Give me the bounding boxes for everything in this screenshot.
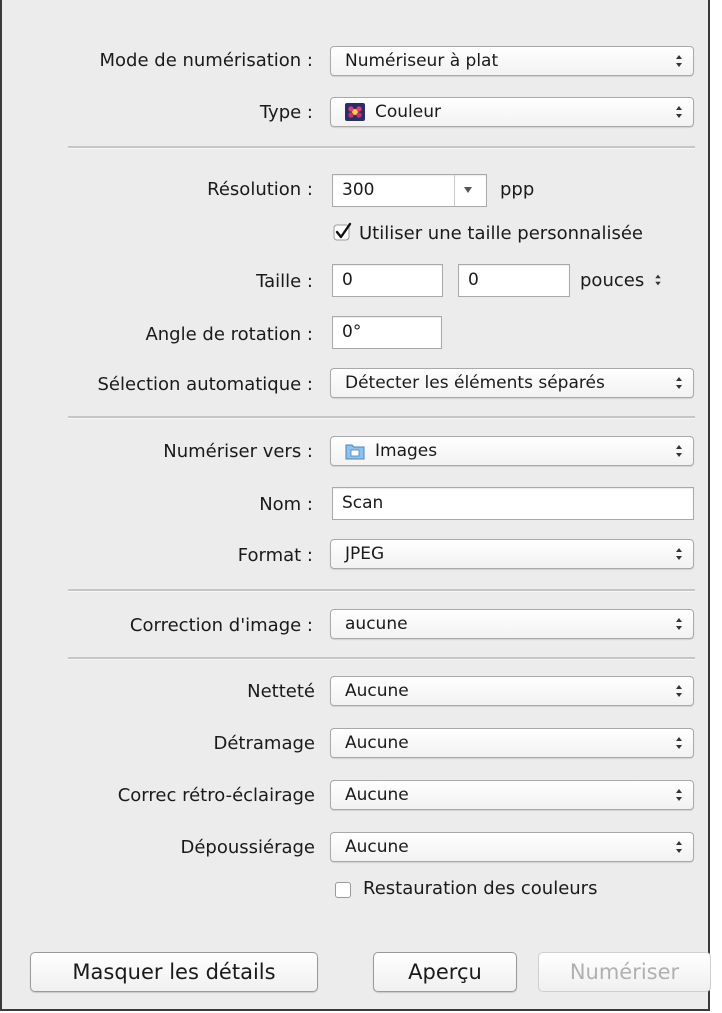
popup-arrows-icon <box>676 789 682 801</box>
scan-settings-panel: Mode de numérisation : Numériseur à plat… <box>0 0 711 1011</box>
sharpness-label: Netteté <box>247 681 315 702</box>
color-flower-icon <box>345 103 365 121</box>
size-width-field[interactable]: 0 <box>332 264 443 297</box>
checkmark-icon[interactable] <box>333 222 353 242</box>
sharpness-value: Aucune <box>345 681 409 701</box>
sharpness-popup[interactable]: Aucune <box>330 676 694 706</box>
auto-selection-popup[interactable]: Détecter les éléments séparés <box>330 368 694 398</box>
popup-arrows-icon <box>655 274 661 286</box>
popup-arrows-icon <box>676 618 682 630</box>
popup-arrows-icon <box>676 841 682 853</box>
backlight-value: Aucune <box>345 785 409 805</box>
rotation-field[interactable]: 0° <box>332 316 442 349</box>
size-label: Taille : <box>256 271 313 292</box>
size-unit-popup[interactable]: pouces <box>580 270 662 292</box>
type-popup[interactable]: Couleur <box>330 97 694 127</box>
backlight-popup[interactable]: Aucune <box>330 780 694 810</box>
dust-removal-value: Aucune <box>345 837 409 857</box>
auto-selection-label: Sélection automatique : <box>97 374 314 395</box>
size-height-field[interactable]: 0 <box>458 264 570 297</box>
format-label: Format : <box>237 545 313 566</box>
image-correction-popup[interactable]: aucune <box>330 609 694 639</box>
scan-mode-label: Mode de numérisation : <box>99 50 314 71</box>
popup-arrows-icon <box>676 106 682 118</box>
scan-to-popup[interactable]: Images <box>330 436 694 466</box>
dust-removal-label: Dépoussiérage <box>180 837 315 858</box>
size-unit-value: pouces <box>580 270 645 291</box>
auto-selection-value: Détecter les éléments séparés <box>345 373 605 393</box>
popup-arrows-icon <box>676 377 682 389</box>
name-field[interactable]: Scan <box>332 487 694 520</box>
separator <box>68 589 695 592</box>
popup-arrows-icon <box>676 548 682 560</box>
descreening-value: Aucune <box>345 733 409 753</box>
popup-arrows-icon <box>676 55 682 67</box>
type-value: Couleur <box>375 102 441 122</box>
popup-arrows-icon <box>676 685 682 697</box>
popup-arrows-icon <box>676 737 682 749</box>
scan-button[interactable]: Numériser <box>538 952 711 992</box>
resolution-value: 300 <box>342 180 375 200</box>
separator <box>68 657 695 660</box>
image-correction-value: aucune <box>345 614 408 634</box>
combo-divider <box>454 175 455 206</box>
scan-mode-value: Numériseur à plat <box>345 51 499 71</box>
separator <box>68 416 695 419</box>
custom-size-label[interactable]: Utiliser une taille personnalisée <box>359 223 643 245</box>
format-popup[interactable]: JPEG <box>330 539 694 569</box>
descreening-popup[interactable]: Aucune <box>330 728 694 758</box>
image-correction-label: Correction d'image : <box>129 615 313 636</box>
folder-icon <box>345 444 365 460</box>
chevron-down-icon[interactable] <box>463 186 473 194</box>
popup-arrows-icon <box>676 445 682 457</box>
color-restoration-checkbox[interactable] <box>335 882 351 898</box>
rotation-label: Angle de rotation : <box>145 324 313 345</box>
dust-removal-popup[interactable]: Aucune <box>330 832 694 862</box>
format-value: JPEG <box>345 544 385 564</box>
resolution-combo[interactable]: 300 <box>332 174 487 207</box>
hide-details-button[interactable]: Masquer les détails <box>30 952 318 992</box>
preview-button[interactable]: Aperçu <box>373 952 517 992</box>
color-restoration-label[interactable]: Restauration des couleurs <box>363 878 597 900</box>
name-label: Nom : <box>259 494 313 515</box>
scan-to-label: Numériser vers : <box>163 441 313 462</box>
resolution-unit: ppp <box>500 179 535 200</box>
scan-to-value: Images <box>375 441 438 461</box>
resolution-label: Résolution : <box>207 179 313 200</box>
separator <box>68 146 695 149</box>
scan-mode-popup[interactable]: Numériseur à plat <box>330 46 694 76</box>
type-label: Type : <box>259 102 313 123</box>
backlight-label: Correc rétro-éclairage <box>117 785 315 806</box>
descreening-label: Détramage <box>213 733 316 754</box>
